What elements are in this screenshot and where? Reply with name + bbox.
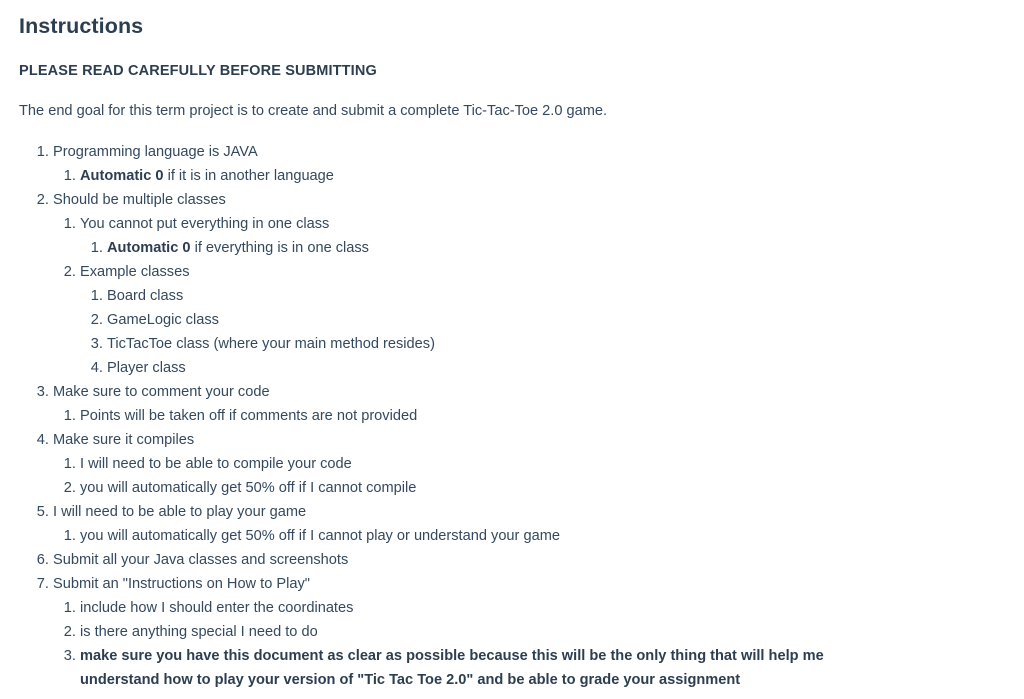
list-item: include how I should enter the coordinat… bbox=[80, 596, 1008, 620]
list-item: Programming language is JAVA Automatic 0 … bbox=[53, 140, 1008, 188]
instructions-document: Instructions PLEASE READ CAREFULLY BEFOR… bbox=[0, 0, 1024, 692]
list-item-text: is there anything special I need to do bbox=[80, 624, 318, 640]
list-item: Submit all your Java classes and screens… bbox=[53, 548, 1008, 572]
list-item-text: Programming language is JAVA bbox=[53, 144, 258, 160]
list-item-text: I will need to be able to compile your c… bbox=[80, 456, 352, 472]
list-item-text: TicTacToe class (where your main method … bbox=[107, 336, 435, 352]
intro-paragraph: The end goal for this term project is to… bbox=[19, 103, 608, 119]
list-item-text: Submit an "Instructions on How to Play" bbox=[53, 576, 310, 592]
list-item-text: make sure you have this document as clea… bbox=[80, 648, 824, 688]
list-item-text: you will automatically get 50% off if I … bbox=[80, 528, 560, 544]
list-item: GameLogic class bbox=[107, 308, 1008, 332]
list-item-text: Example classes bbox=[80, 264, 190, 280]
list-item: make sure you have this document as clea… bbox=[80, 644, 890, 692]
list-item: is there anything special I need to do bbox=[80, 620, 1008, 644]
list-item: Example classes Board class GameLogic clas… bbox=[80, 260, 1008, 380]
list-item-text: Should be multiple classes bbox=[53, 192, 226, 208]
instructions-list-level-3: Automatic 0 if everything is in one clas… bbox=[80, 236, 1008, 260]
list-item: I will need to be able to compile your c… bbox=[80, 452, 1008, 476]
list-item: Submit an "Instructions on How to Play" i… bbox=[53, 572, 1008, 692]
instructions-ordered-list: Programming language is JAVA Automatic 0 … bbox=[19, 140, 1008, 692]
list-item: Points will be taken off if comments are… bbox=[80, 404, 1008, 428]
list-item: You cannot put everything in one class Au… bbox=[80, 212, 1008, 260]
list-item: Make sure to comment your code Points wil… bbox=[53, 380, 1008, 428]
emphasis-text: Automatic 0 bbox=[107, 240, 191, 256]
instructions-list-level-2: you will automatically get 50% off if I … bbox=[53, 524, 1008, 548]
list-item: Player class bbox=[107, 356, 1008, 380]
list-item: Should be multiple classes You cannot put… bbox=[53, 188, 1008, 380]
list-item-rest: if everything is in one class bbox=[190, 240, 369, 256]
instructions-list-level-2: I will need to be able to compile your c… bbox=[53, 452, 1008, 500]
list-item-text: you will automatically get 50% off if I … bbox=[80, 480, 417, 496]
list-item: you will automatically get 50% off if I … bbox=[80, 476, 1008, 500]
list-item-text: Make sure it compiles bbox=[53, 432, 195, 448]
list-item-text: Make sure to comment your code bbox=[53, 384, 270, 400]
list-item-text: Automatic 0 if everything is in one clas… bbox=[107, 240, 369, 256]
instructions-list-level-2: Points will be taken off if comments are… bbox=[53, 404, 1008, 428]
list-item-text: You cannot put everything in one class bbox=[80, 216, 330, 232]
list-item: Automatic 0 if it is in another language bbox=[80, 164, 1008, 188]
instructions-list-level-2: Automatic 0 if it is in another language bbox=[53, 164, 1008, 188]
instructions-list-level-3: Board class GameLogic class TicTacToe clas… bbox=[80, 284, 1008, 380]
list-item: I will need to be able to play your game… bbox=[53, 500, 1008, 548]
page-title: Instructions bbox=[19, 14, 144, 38]
list-item-text: include how I should enter the coordinat… bbox=[80, 600, 354, 616]
list-item-text: GameLogic class bbox=[107, 312, 219, 328]
list-item-rest: if it is in another language bbox=[163, 168, 334, 184]
list-item-text: Player class bbox=[107, 360, 186, 376]
list-item-text: Points will be taken off if comments are… bbox=[80, 408, 418, 424]
list-item-text: I will need to be able to play your game bbox=[53, 504, 307, 520]
instructions-list-level-2: You cannot put everything in one class Au… bbox=[53, 212, 1008, 380]
list-item: Board class bbox=[107, 284, 1008, 308]
list-item-text: Submit all your Java classes and screens… bbox=[53, 552, 349, 568]
list-item: Make sure it compiles I will need to be a… bbox=[53, 428, 1008, 500]
list-item-text: Automatic 0 if it is in another language bbox=[80, 168, 334, 184]
list-item-text: Board class bbox=[107, 288, 184, 304]
emphasis-text: Automatic 0 bbox=[80, 168, 164, 184]
list-item: TicTacToe class (where your main method … bbox=[107, 332, 1008, 356]
warning-notice: PLEASE READ CAREFULLY BEFORE SUBMITTING bbox=[19, 63, 377, 79]
instructions-list-level-2: include how I should enter the coordinat… bbox=[53, 596, 1008, 692]
list-item: you will automatically get 50% off if I … bbox=[80, 524, 1008, 548]
list-item: Automatic 0 if everything is in one clas… bbox=[107, 236, 1008, 260]
